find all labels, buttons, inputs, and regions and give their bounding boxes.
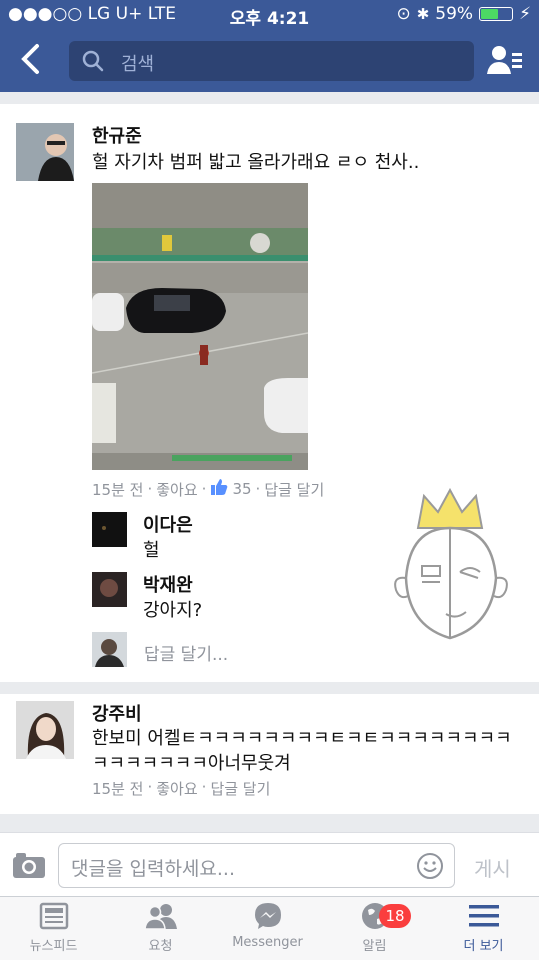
smiley-icon — [417, 853, 443, 879]
attached-photo[interactable] — [92, 183, 308, 470]
thumbs-up-icon — [210, 478, 228, 500]
tab-label: 요청 — [148, 939, 173, 954]
post-comment-button[interactable]: 게시 — [474, 853, 511, 882]
comment-author[interactable]: 강주비 — [92, 700, 142, 726]
tab-label: Messenger — [232, 935, 303, 950]
tab-messenger[interactable]: Messenger — [214, 897, 321, 961]
tab-label: 더 보기 — [463, 939, 504, 954]
comment-placeholder: 댓글을 입력하세요... — [71, 858, 235, 880]
bluetooth-icon: ✱ — [416, 5, 430, 23]
comment-thread-2: 강주비 한보미 어켈ㅌㅋㅋㅋㅋㅋㅋㅋㅋㅌㅋㅌㅋㅋㅋㅋㅋㅋㅋㅋ ㅋㅋㅋㅋㅋㅋㅋ아너… — [0, 694, 539, 814]
notification-badge: 18 — [379, 904, 411, 928]
search-icon — [81, 49, 105, 78]
news-feed-icon — [39, 902, 68, 930]
like-count[interactable]: 35 — [232, 480, 251, 498]
lock-rotation-icon: ⊙ — [396, 4, 411, 24]
battery-icon — [479, 7, 514, 21]
messenger-icon — [254, 903, 281, 929]
like-link[interactable]: 좋아요 — [156, 778, 197, 799]
feed-separator — [0, 92, 539, 104]
comment-meta: 15분 전 · 좋아요 · 답글 달기 — [92, 778, 270, 799]
meta-dot: · — [255, 480, 261, 498]
comment-time: 15분 전 — [92, 480, 144, 499]
reply-text: 강아지? — [143, 600, 203, 621]
charging-icon: ⚡ — [519, 4, 531, 24]
reply-author[interactable]: 이다은 — [143, 511, 193, 537]
search-input[interactable]: 검색 — [69, 41, 474, 81]
search-placeholder: 검색 — [121, 54, 155, 75]
tab-notifications[interactable]: 알림 18 — [321, 897, 428, 961]
chevron-left-icon — [21, 44, 39, 74]
reply-text: 헐 — [143, 540, 160, 561]
battery-level — [481, 9, 499, 19]
bottom-tab-bar: 뉴스피드 요청 Messenger 알림 18 더 보기 — [0, 896, 539, 960]
comment-text: 헐 자기차 범퍼 밟고 올라가래요 ㄹㅇ 천사.. — [92, 152, 420, 173]
meta-dot: · — [147, 778, 153, 796]
feed-separator — [0, 682, 539, 694]
status-right: ⊙ ✱ 59% ⚡ — [396, 4, 531, 24]
back-button[interactable] — [18, 42, 48, 78]
comment-text-line: 한보미 어켈ㅌㅋㅋㅋㅋㅋㅋㅋㅋㅌㅋㅌㅋㅋㅋㅋㅋㅋㅋㅋ — [92, 728, 512, 749]
like-link[interactable]: 좋아요 — [156, 479, 197, 500]
comment-text: 한보미 어켈ㅌㅋㅋㅋㅋㅋㅋㅋㅋㅌㅋㅌㅋㅋㅋㅋㅋㅋㅋㅋ — [92, 724, 512, 750]
status-bar: ●●●○○ LG U+ LTE 오후 4:21 ⊙ ✱ 59% ⚡ — [0, 0, 539, 30]
meta-dot: · — [201, 778, 207, 796]
friends-list-icon — [487, 46, 522, 74]
camera-button[interactable] — [12, 851, 46, 883]
comment-input[interactable]: 댓글을 입력하세요... — [58, 843, 455, 888]
tab-label: 알림 — [362, 939, 387, 954]
avatar[interactable] — [92, 512, 127, 547]
friends-list-button[interactable] — [487, 44, 523, 80]
comment-author[interactable]: 한규준 — [92, 122, 142, 148]
camera-icon — [13, 853, 45, 878]
comment-composer: 댓글을 입력하세요... 게시 — [0, 832, 539, 896]
comment-time: 15분 전 — [92, 780, 144, 798]
avatar[interactable] — [92, 572, 127, 607]
tab-label: 뉴스피드 — [29, 939, 78, 954]
tab-news-feed[interactable]: 뉴스피드 — [0, 897, 107, 961]
feed-separator — [0, 814, 539, 832]
more-menu-icon — [468, 905, 499, 927]
avatar[interactable] — [16, 701, 74, 759]
tab-friend-requests[interactable]: 요청 — [107, 897, 214, 961]
reply-author[interactable]: 박재완 — [143, 571, 193, 597]
tab-more[interactable]: 더 보기 — [428, 897, 539, 961]
meta-dot: · — [201, 480, 207, 498]
comment-meta: 15분 전 · 좋아요 · 35 · 답글 달기 — [92, 478, 324, 500]
reply-input[interactable]: 답글 달기... — [144, 640, 228, 665]
reply-link[interactable]: 답글 달기 — [210, 778, 270, 799]
sticker-crowned-face — [388, 487, 514, 648]
battery-percent: 59% — [435, 4, 474, 24]
comment-text-continued: ㅋㅋㅋㅋㅋㅋㅋ아너무웃겨 — [92, 753, 291, 774]
meta-dot: · — [147, 480, 153, 498]
comment-thread-1: 한규준 헐 자기차 범퍼 밟고 올라가래요 ㄹㅇ 천사.. 15분 전 · 좋아… — [0, 104, 539, 682]
friend-requests-icon — [143, 904, 177, 930]
emoji-button[interactable] — [416, 852, 444, 885]
avatar — [92, 632, 127, 667]
top-nav-bar: 검색 — [0, 30, 539, 92]
avatar[interactable] — [16, 123, 74, 181]
reply-link[interactable]: 답글 달기 — [264, 479, 324, 500]
